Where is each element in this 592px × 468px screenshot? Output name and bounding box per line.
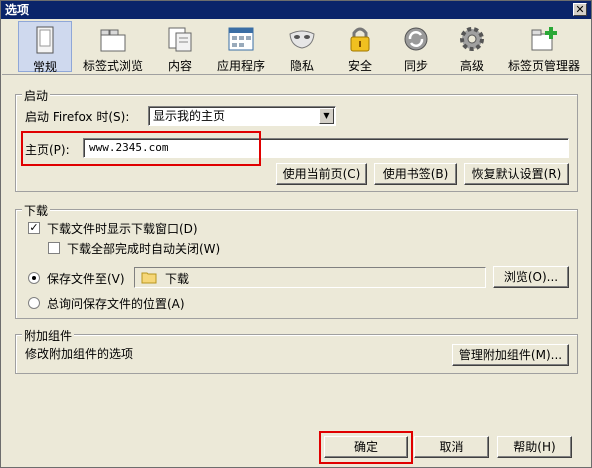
manage-addons-button[interactable]: 管理附加组件(M)...	[452, 344, 569, 366]
show-download-window-label: 下载文件时显示下载窗口(D)	[47, 222, 198, 236]
tab-label: 应用程序	[216, 59, 265, 73]
startup-when-label: 启动 Firefox 时(S):	[25, 110, 130, 124]
content-icon	[168, 27, 192, 52]
sync-icon	[404, 27, 428, 51]
close-button[interactable]: ✕	[573, 3, 587, 16]
tab-label: 标签页管理器	[507, 59, 580, 73]
tab-label: 标签式浏览	[82, 59, 143, 73]
close-when-done-label: 下载全部完成时自动关闭(W)	[67, 242, 221, 256]
tab-sync[interactable]: 同步	[390, 21, 442, 73]
tab-label: 安全	[347, 59, 372, 73]
tab-content[interactable]: 内容	[154, 21, 206, 73]
use-bookmark-button[interactable]: 使用书签(B)	[374, 163, 457, 185]
help-button[interactable]: 帮助(H)	[497, 436, 572, 458]
addons-description: 修改附加组件的选项	[25, 347, 134, 361]
homepage-label: 主页(P):	[25, 143, 70, 157]
gear-icon	[460, 27, 484, 51]
always-ask-label: 总询问保存文件的位置(A)	[47, 297, 185, 311]
general-icon	[36, 26, 54, 54]
tab-tabbed-browsing[interactable]: 标签式浏览	[78, 21, 148, 73]
startup-behavior-value: 显示我的主页	[153, 109, 226, 123]
download-folder-name: 下载	[165, 272, 190, 286]
tab-label: 常规	[32, 60, 57, 74]
addons-legend: 附加组件	[22, 327, 75, 344]
options-dialog: 选项 ✕ 常规 标签式浏览 内容 应用程序 隐私 安全 同步 高级 标签页管理器…	[0, 0, 592, 468]
save-to-label: 保存文件至(V)	[47, 272, 125, 286]
tab-label: 高级	[459, 59, 484, 73]
restore-default-button[interactable]: 恢复默认设置(R)	[464, 163, 569, 185]
always-ask-radio[interactable]	[28, 297, 40, 309]
cancel-button[interactable]: 取消	[414, 436, 489, 458]
tab-advanced[interactable]: 高级	[446, 21, 498, 73]
homepage-input[interactable]: www.2345.com	[83, 138, 569, 158]
tab-manager-icon	[531, 27, 557, 51]
show-download-window-checkbox[interactable]: ✓	[28, 222, 40, 234]
window-title: 选项	[5, 3, 30, 17]
folder-icon	[141, 272, 157, 284]
privacy-mask-icon	[289, 30, 315, 49]
ok-button[interactable]: 确定	[324, 436, 408, 458]
tab-privacy[interactable]: 隐私	[276, 21, 328, 73]
download-folder-field[interactable]: 下载	[134, 267, 486, 288]
options-toolbar: 常规 标签式浏览 内容 应用程序 隐私 安全 同步 高级 标签页管理器	[2, 19, 591, 75]
downloads-legend: 下载	[22, 202, 51, 219]
tab-label: 隐私	[289, 59, 314, 73]
tab-general[interactable]: 常规	[18, 21, 72, 74]
tab-applications[interactable]: 应用程序	[212, 21, 270, 73]
lock-icon	[350, 27, 370, 52]
startup-behavior-select[interactable]: 显示我的主页 ▼	[148, 106, 336, 126]
browse-button[interactable]: 浏览(O)...	[493, 266, 569, 288]
close-when-done-checkbox[interactable]	[48, 242, 60, 254]
tabs-icon	[100, 29, 126, 52]
tab-label: 内容	[167, 59, 192, 73]
startup-legend: 启动	[22, 87, 51, 104]
tab-security[interactable]: 安全	[334, 21, 386, 73]
tab-label: 同步	[403, 59, 428, 73]
chevron-down-icon[interactable]: ▼	[319, 108, 334, 124]
save-to-radio[interactable]	[28, 272, 40, 284]
use-current-page-button[interactable]: 使用当前页(C)	[276, 163, 367, 185]
applications-icon	[228, 27, 254, 51]
title-bar: 选项 ✕	[1, 1, 591, 19]
homepage-value: www.2345.com	[89, 141, 169, 154]
tab-tab-manager[interactable]: 标签页管理器	[504, 21, 584, 73]
